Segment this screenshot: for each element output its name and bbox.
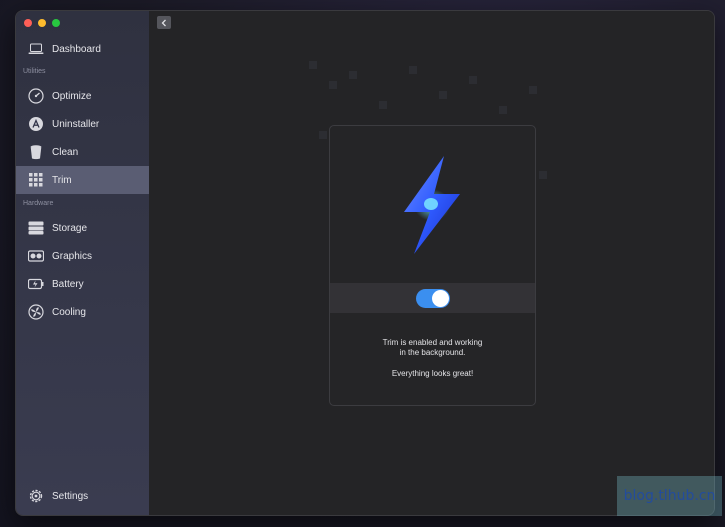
sidebar-item-label: Storage — [52, 222, 88, 234]
main-content: Trim is enabled and working in the backg… — [149, 11, 714, 515]
sidebar-item-label: Battery — [52, 278, 84, 290]
sidebar-item-clean[interactable]: Clean — [16, 138, 149, 166]
battery-icon — [28, 276, 44, 292]
sidebar-item-graphics[interactable]: Graphics — [16, 242, 149, 270]
toggle-knob — [431, 289, 449, 307]
back-button[interactable] — [157, 16, 171, 29]
sidebar-item-settings[interactable]: Settings — [16, 482, 149, 510]
gear-icon — [28, 488, 44, 504]
sidebar-item-label: Uninstaller — [52, 118, 100, 130]
sidebar-item-battery[interactable]: Battery — [16, 270, 149, 298]
trash-icon — [28, 144, 44, 160]
grid-icon — [28, 172, 44, 188]
sidebar-item-trim[interactable]: Trim — [16, 166, 149, 194]
trim-toggle[interactable] — [415, 288, 450, 308]
status-message-line1: Trim is enabled and working — [382, 338, 483, 347]
sidebar-item-uninstaller[interactable]: Uninstaller — [16, 110, 149, 138]
status-message-line2: in the background. — [399, 348, 466, 357]
sidebar: Dashboard Utilities Optimize Uninstaller… — [16, 11, 150, 515]
zoom-window-button[interactable] — [52, 19, 60, 27]
sidebar-item-label: Settings — [52, 490, 89, 502]
section-label-utilities: Utilities — [23, 68, 46, 75]
status-message-line3: Everything looks great! — [391, 369, 474, 378]
sidebar-item-label: Optimize — [52, 90, 92, 102]
window-controls — [24, 19, 60, 27]
app-window: Dashboard Utilities Optimize Uninstaller… — [15, 10, 715, 516]
sidebar-item-storage[interactable]: Storage — [16, 214, 149, 242]
minimize-window-button[interactable] — [38, 19, 46, 27]
sidebar-item-dashboard[interactable]: Dashboard — [16, 35, 149, 63]
chevron-left-icon — [160, 14, 168, 32]
toggle-band — [330, 283, 535, 313]
sidebar-item-label: Cooling — [52, 306, 86, 318]
fan-icon — [28, 304, 44, 320]
sidebar-item-label: Graphics — [52, 250, 93, 262]
gauge-icon — [28, 88, 44, 104]
sidebar-item-optimize[interactable]: Optimize — [16, 82, 149, 110]
sidebar-item-cooling[interactable]: Cooling — [16, 298, 149, 326]
sidebar-item-label: Trim — [52, 174, 72, 186]
section-label-hardware: Hardware — [23, 200, 54, 207]
sidebar-item-label: Dashboard — [52, 43, 101, 55]
close-window-button[interactable] — [24, 19, 32, 27]
watermark: blog.tlhub.cn — [617, 476, 722, 516]
lightning-icon — [392, 150, 472, 265]
storage-icon — [28, 220, 44, 236]
graphics-card-icon — [28, 248, 44, 264]
sidebar-item-label: Clean — [52, 146, 79, 158]
laptop-icon — [28, 41, 44, 57]
app-store-icon — [28, 116, 44, 132]
trim-status-card: Trim is enabled and working in the backg… — [329, 125, 536, 406]
